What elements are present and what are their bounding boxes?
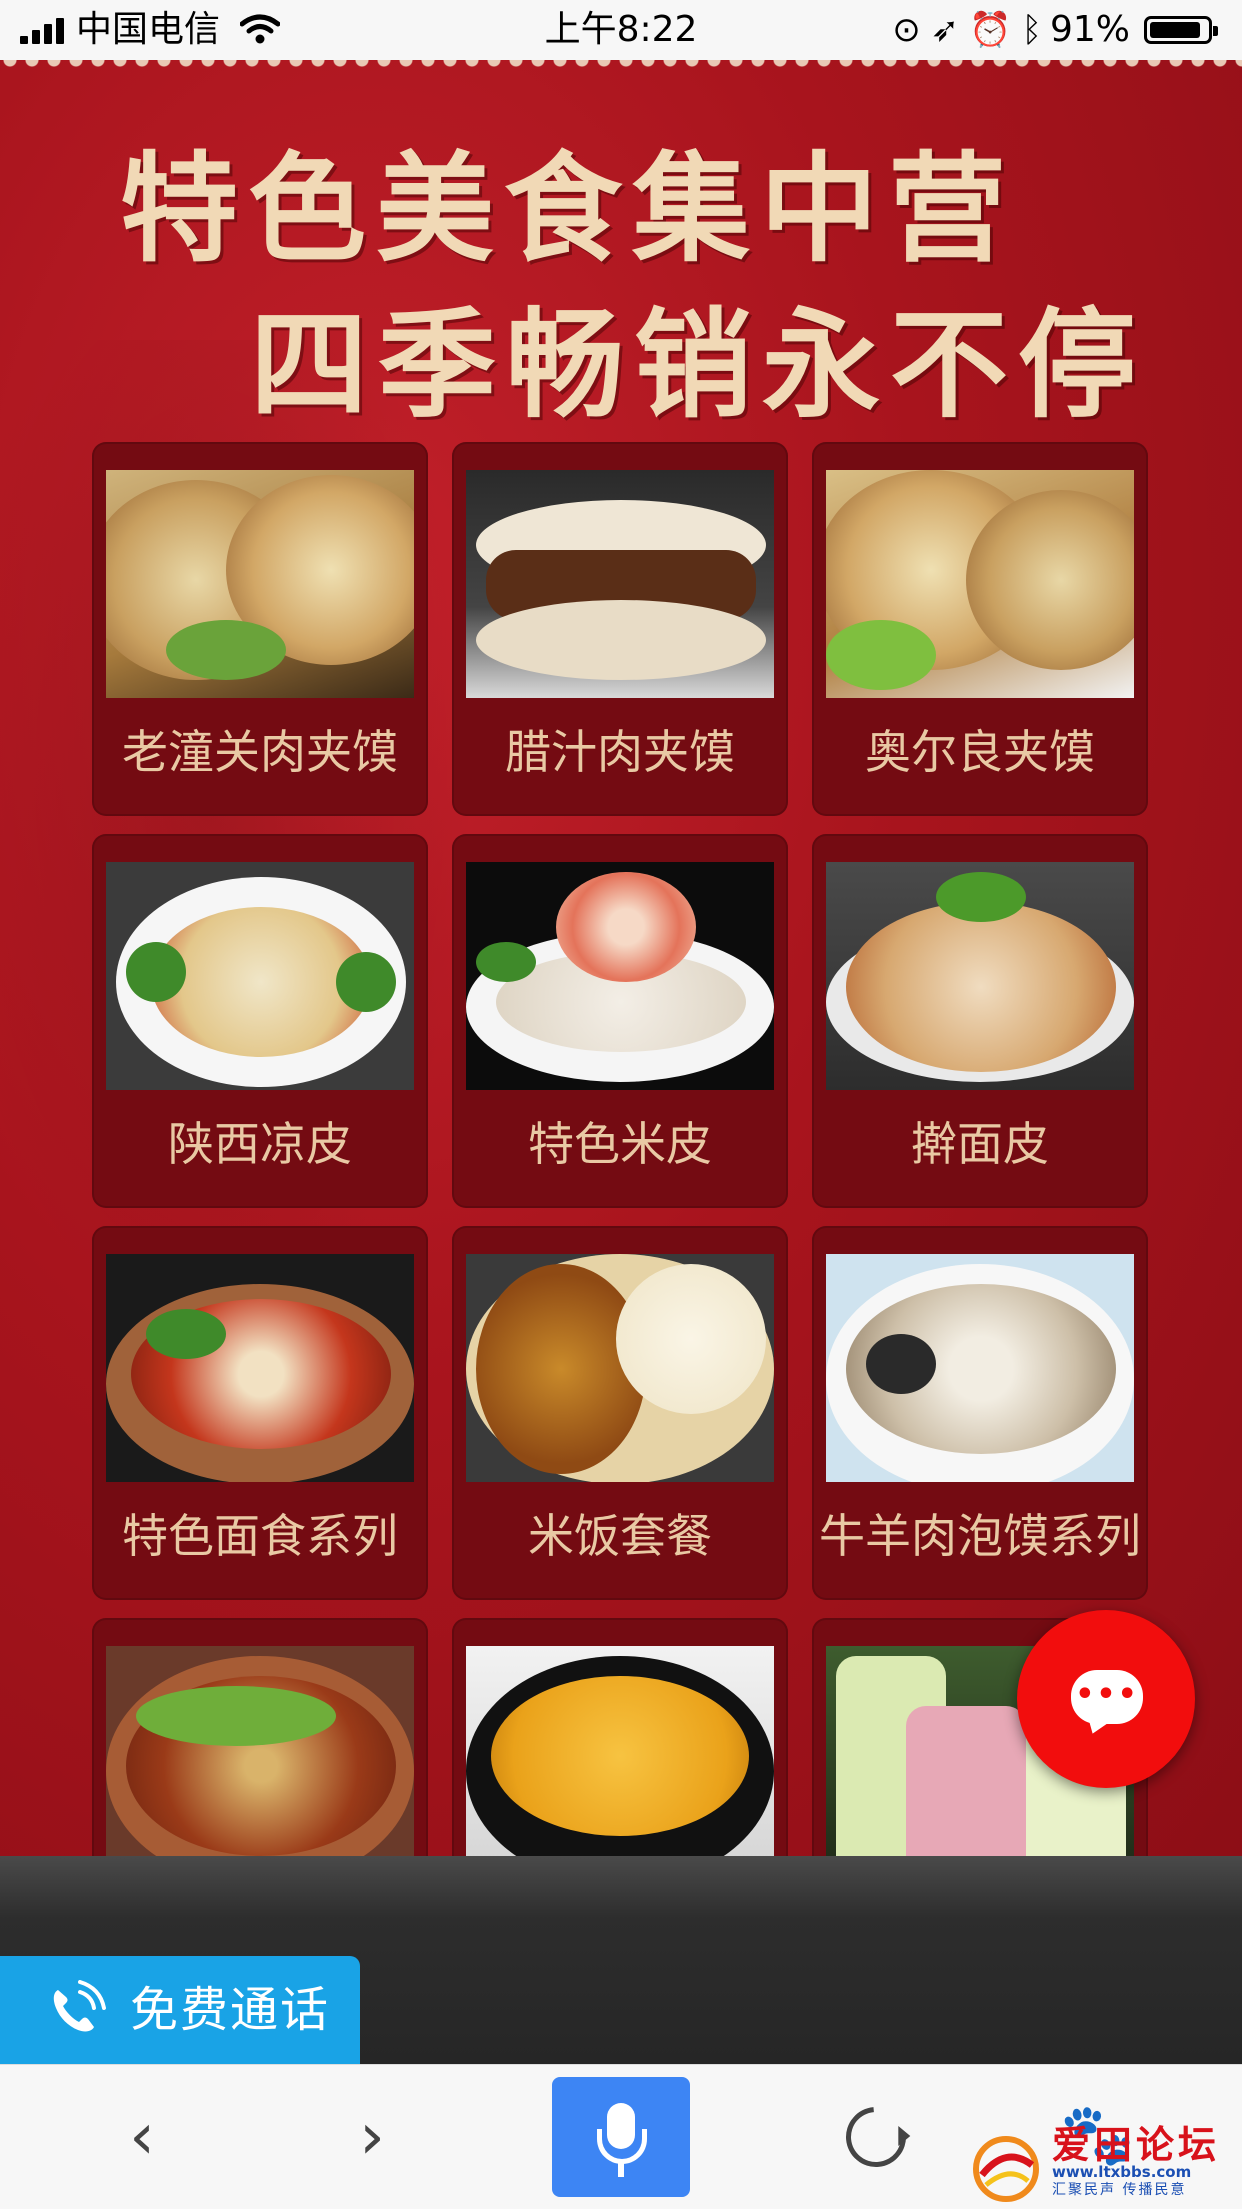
- menu-card[interactable]: 腊汁肉夹馍: [452, 442, 788, 816]
- reload-icon[interactable]: [833, 2094, 919, 2180]
- spicy-noodles-photo: [106, 1646, 414, 1856]
- menu-card-label: 擀面皮: [911, 1117, 1049, 1171]
- millet-porridge-photo: [466, 1646, 774, 1856]
- menu-card[interactable]: 米饭套餐: [452, 1226, 788, 1600]
- bluetooth-icon: ᛒ: [1021, 10, 1052, 50]
- free-call-label: 免费通话: [130, 1982, 331, 2038]
- menu-card-label: 腊汁肉夹馍: [505, 725, 735, 779]
- web-page[interactable]: 特色美食集中营 四季畅销永不停 老潼关肉夹馍 腊汁肉夹馍 奥尔良夹馍 陕西凉皮 …: [0, 60, 1242, 1856]
- flatbread-sandwich-photo: [106, 470, 414, 698]
- location-icon: ➶: [930, 10, 970, 50]
- menu-card[interactable]: 奥尔良夹馍: [812, 442, 1148, 816]
- voice-search-button[interactable]: [552, 2077, 690, 2197]
- menu-card-label: 奥尔良夹馍: [865, 725, 1095, 779]
- menu-card[interactable]: [452, 1618, 788, 1856]
- forward-icon[interactable]: ›: [342, 2105, 402, 2169]
- banner-line-2: 四季畅销永不停: [250, 295, 1147, 434]
- menu-card-label: 牛羊肉泡馍系列: [819, 1509, 1141, 1563]
- battery-icon: [1144, 16, 1218, 44]
- rice-noodle-photo: [466, 862, 774, 1090]
- curry-rice-photo: [466, 1254, 774, 1482]
- menu-card[interactable]: 特色米皮: [452, 834, 788, 1208]
- forum-logo-icon: [973, 2136, 1039, 2202]
- menu-card-label: 陕西凉皮: [168, 1117, 352, 1171]
- alarm-icon: ⏰: [969, 10, 1022, 50]
- menu-card[interactable]: 陕西凉皮: [92, 834, 428, 1208]
- paomo-soup-photo: [826, 1254, 1134, 1482]
- banner-line-1: 特色美食集中营: [120, 139, 1017, 278]
- menu-card[interactable]: 老潼关肉夹馍: [92, 442, 428, 816]
- battery-percent: 91%: [1049, 9, 1130, 50]
- menu-card-label: 米饭套餐: [528, 1509, 712, 1563]
- scallop-border: [0, 60, 1242, 74]
- status-icons: ⊙➶⏰ᛒ: [892, 12, 1052, 48]
- rotation-lock-icon: ⊙: [892, 10, 931, 50]
- noodle-bowl-photo: [106, 1254, 414, 1482]
- phone-icon: [53, 1980, 106, 2032]
- liangpi-photo: [106, 862, 414, 1090]
- ganmianpi-photo: [826, 862, 1134, 1090]
- free-call-button[interactable]: 免费通话: [0, 1956, 360, 2064]
- roujiamo-photo: [466, 470, 774, 698]
- forum-watermark: 爱田论坛 www.ltxbbs.com 汇聚民声 传播民意: [960, 2125, 1242, 2209]
- back-icon[interactable]: ‹: [112, 2105, 172, 2169]
- watermark-title: 爱田论坛: [1052, 2122, 1221, 2167]
- menu-card-label: 特色面食系列: [122, 1509, 398, 1563]
- watermark-slogan: 汇聚民声 传播民意: [1052, 2182, 1187, 2198]
- browser-toolbar: ‹ › 🐾 爱田论坛 www.ltxbbs.com 汇聚民声 传播民意: [0, 2064, 1242, 2209]
- watermark-url: www.ltxbbs.com: [1052, 2163, 1192, 2181]
- status-bar: 中国电信 上午8:22 ⊙➶⏰ᛒ 91%: [0, 0, 1242, 60]
- menu-card[interactable]: 牛羊肉泡馍系列: [812, 1226, 1148, 1600]
- menu-card[interactable]: 特色面食系列: [92, 1226, 428, 1600]
- menu-card-label: 老潼关肉夹馍: [122, 725, 398, 779]
- flatbread-sandwich-photo: [826, 470, 1134, 698]
- chat-button[interactable]: •••: [1017, 1610, 1195, 1788]
- menu-card-label: 特色米皮: [528, 1117, 712, 1171]
- menu-card[interactable]: 擀面皮: [812, 834, 1148, 1208]
- chat-dots: •••: [1075, 1677, 1139, 1712]
- menu-card[interactable]: [92, 1618, 428, 1856]
